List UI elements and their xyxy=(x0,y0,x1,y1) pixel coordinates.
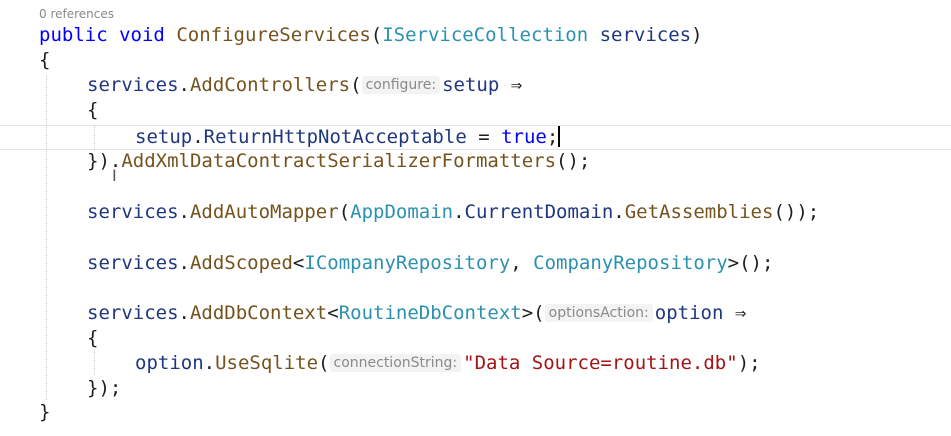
method-name: UseSqlite xyxy=(215,352,319,374)
code-line[interactable]: public void ConfigureServices(IServiceCo… xyxy=(39,23,703,48)
code-editor[interactable]: 0 references public void ConfigureServic… xyxy=(0,0,951,436)
identifier: setup xyxy=(442,74,500,96)
punctuation: { xyxy=(87,99,99,121)
punctuation: ; xyxy=(546,126,559,148)
method-name: AddControllers xyxy=(189,74,351,96)
type-name: RoutineDbContext xyxy=(338,302,522,324)
punctuation: = xyxy=(466,126,502,148)
code-line[interactable]: { xyxy=(87,98,98,123)
punctuation: >( xyxy=(521,302,545,324)
punctuation: ( xyxy=(318,352,330,374)
identifier: services xyxy=(87,302,179,324)
identifier: services xyxy=(87,201,179,223)
code-line[interactable]: { xyxy=(39,48,50,73)
punctuation: } xyxy=(39,401,51,423)
method-name: AddAutoMapper xyxy=(189,201,339,223)
method-name: GetAssemblies xyxy=(624,201,774,223)
punctuation: < xyxy=(292,252,305,274)
property-name: ReturnHttpNotAcceptable xyxy=(203,126,467,148)
ibeam-cursor-icon: I xyxy=(112,166,117,185)
punctuation: . xyxy=(178,201,190,223)
type-name: ICompanyRepository xyxy=(304,252,511,274)
parameter-name: services xyxy=(599,24,692,46)
punctuation: >(); xyxy=(727,252,774,274)
identifier: setup xyxy=(135,126,193,148)
code-line[interactable]: option.UseSqlite(connectionString: "Data … xyxy=(135,351,761,376)
indent-guide xyxy=(46,75,47,400)
punctuation: }); xyxy=(87,377,122,399)
lambda-arrow: ⇒ xyxy=(510,74,523,96)
code-line-current[interactable]: setup.ReturnHttpNotAcceptable = true; xyxy=(135,125,561,150)
indent-guide xyxy=(94,125,95,150)
string-literal: "Data Source=routine.db" xyxy=(463,352,738,374)
punctuation: (); xyxy=(556,150,591,172)
keyword-true: true xyxy=(501,126,547,148)
punctuation: , xyxy=(510,252,534,274)
property-name: CurrentDomain xyxy=(464,201,614,223)
type-name: CompanyRepository xyxy=(533,252,728,274)
text-caret xyxy=(558,126,561,147)
punctuation: . xyxy=(613,201,625,223)
codelens-references[interactable]: 0 references xyxy=(39,7,114,21)
punctuation: { xyxy=(87,327,99,349)
punctuation: ( xyxy=(338,201,351,223)
punctuation: ); xyxy=(737,352,761,374)
inlay-hint-options-action: optionsAction: xyxy=(544,304,653,322)
method-name: ConfigureServices xyxy=(176,24,371,46)
lambda-arrow: ⇒ xyxy=(734,302,747,324)
identifier: services xyxy=(87,74,179,96)
punctuation: . xyxy=(453,201,465,223)
punctuation: { xyxy=(39,49,51,71)
inlay-hint-connection-string: connectionString: xyxy=(329,354,462,372)
code-line[interactable]: services.AddAutoMapper(AppDomain.Current… xyxy=(87,200,819,225)
punctuation: . xyxy=(203,352,216,374)
punctuation: < xyxy=(327,302,339,324)
punctuation: . xyxy=(192,126,204,148)
punctuation: }) xyxy=(87,150,110,172)
punctuation: ()); xyxy=(773,201,820,223)
punctuation: ( xyxy=(370,24,383,46)
method-name: AddXmlDataContractSerializerFormatters xyxy=(121,150,557,172)
method-name: AddScoped xyxy=(189,252,293,274)
punctuation: ) xyxy=(691,24,703,46)
code-line[interactable]: services.AddDbContext<RoutineDbContext>(… xyxy=(87,301,746,326)
inlay-hint-configure: configure: xyxy=(361,76,441,94)
code-line[interactable]: services.AddControllers(configure: setup … xyxy=(87,73,522,98)
code-line[interactable]: { xyxy=(87,326,98,351)
keyword-public: public xyxy=(39,24,108,46)
type-name: AppDomain xyxy=(350,201,454,223)
punctuation: . xyxy=(178,252,190,274)
indent-guide xyxy=(94,350,95,375)
code-line[interactable]: }).AddXmlDataContractSerializerFormatter… xyxy=(87,149,590,174)
punctuation: . xyxy=(178,302,190,324)
punctuation: ( xyxy=(350,74,362,96)
identifier: option xyxy=(135,352,204,374)
code-line[interactable]: }); xyxy=(87,376,121,401)
code-line[interactable]: } xyxy=(39,400,50,425)
identifier: option xyxy=(654,302,724,324)
keyword-void: void xyxy=(119,24,165,46)
identifier: services xyxy=(87,252,179,274)
code-line[interactable]: services.AddScoped<ICompanyRepository, C… xyxy=(87,251,773,276)
punctuation: . xyxy=(178,74,190,96)
method-name: AddDbContext xyxy=(189,302,328,324)
type-name: IServiceCollection xyxy=(382,24,589,46)
